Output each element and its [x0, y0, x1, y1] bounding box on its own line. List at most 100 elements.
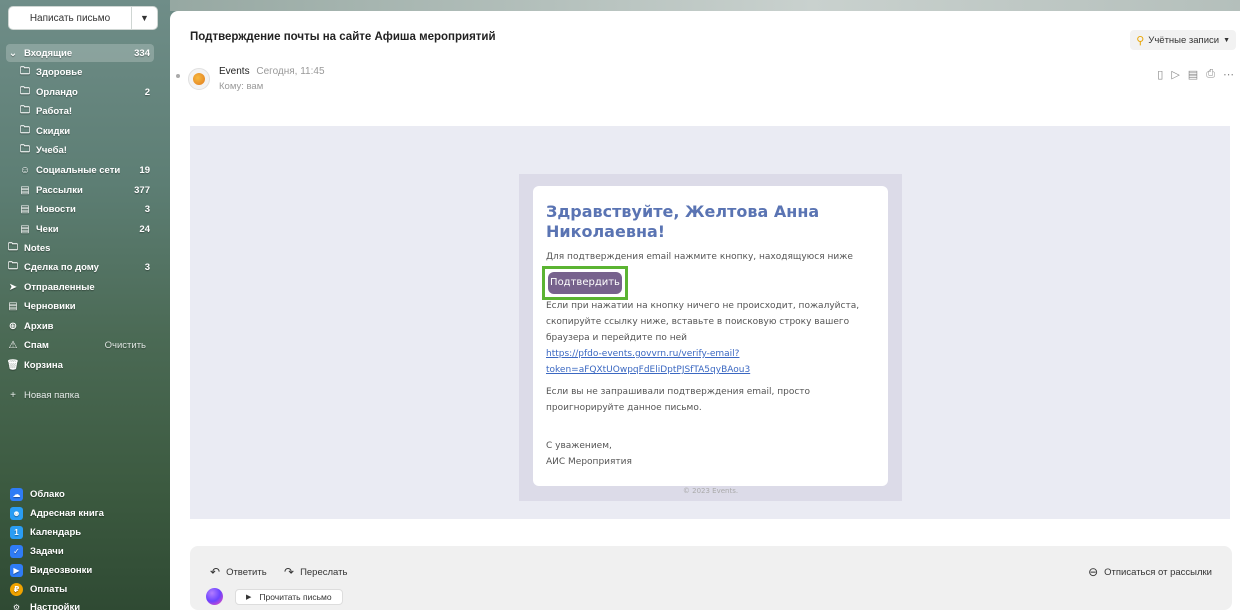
folder-move-icon[interactable]: ▤ — [1188, 68, 1198, 81]
folder-drafts[interactable]: ▤ Черновики — [6, 297, 154, 315]
sidebar: Написать письмо ▼ ⌄ Входящие 334 🗀 Здоро… — [0, 0, 160, 610]
email-signoff: С уважением, АИС Мероприятия — [546, 438, 632, 470]
folder-receipts[interactable]: ▤ Чеки 24 — [6, 220, 154, 238]
read-aloud-button[interactable]: ▶ Прочитать письмо — [235, 589, 343, 605]
print-icon[interactable]: ⎙ — [1206, 68, 1215, 81]
folder-label: Сделка по дому — [24, 261, 99, 273]
folder-label: Работа! — [36, 105, 73, 117]
folder-social[interactable]: ☺ Социальные сети 19 — [6, 161, 154, 179]
folder-sent[interactable]: ➤ Отправленные — [6, 278, 154, 296]
email-frame: Здравствуйте, Желтова Анна Николаевна! Д… — [519, 174, 902, 501]
app-cloud[interactable]: ☁ Облако — [10, 485, 65, 503]
sender-line: Events Сегодня, 11:45 — [219, 66, 325, 77]
app-calendar[interactable]: 1 Календарь — [10, 523, 81, 541]
folder-label: Орландо — [36, 86, 78, 98]
folder-label: Корзина — [24, 359, 63, 371]
folder-label: Социальные сети — [36, 164, 121, 176]
social-icon: ☺ — [19, 164, 31, 176]
tag-icon[interactable]: ▷ — [1171, 68, 1179, 81]
recipient[interactable]: Кому: вам — [219, 81, 263, 92]
app-settings[interactable]: ⚙ Настройки — [10, 598, 80, 610]
cloud-icon: ☁ — [10, 487, 23, 501]
folder-discounts[interactable]: 🗀 Скидки — [6, 122, 154, 140]
folder-archive[interactable]: ⊕ Архив — [6, 317, 154, 335]
payments-icon: ₽ — [10, 582, 23, 596]
email-body: Здравствуйте, Желтова Анна Николаевна! Д… — [190, 126, 1230, 519]
folder-work[interactable]: 🗀 Работа! — [6, 102, 154, 120]
forward-button[interactable]: ↷ Переслать — [284, 565, 347, 579]
sent-time: Сегодня, 11:45 — [256, 66, 325, 77]
folder-label: Спам — [24, 339, 49, 351]
folder-notes[interactable]: 🗀 Notes — [6, 239, 154, 257]
archive-icon: ⊕ — [8, 320, 18, 332]
unsubscribe-button[interactable]: ⊖ Отписаться от рассылки — [1088, 565, 1212, 579]
folder-orlando[interactable]: 🗀 Орландо 2 — [6, 83, 154, 101]
video-icon: ▶ — [10, 563, 23, 577]
verify-link-line2: token=aFQXtUOwpqFdEliDptPJSfTA5qyBAou3 — [546, 365, 751, 375]
minus-circle-icon: ⊖ — [1088, 565, 1099, 579]
folder-count: 3 — [144, 203, 150, 215]
fallback-text: Если при нажатии на кнопку ничего не про… — [546, 301, 860, 343]
newsletter-icon: ▤ — [20, 184, 30, 196]
compose-options-button[interactable]: ▼ — [132, 6, 158, 30]
regards-text: С уважением, — [546, 441, 612, 451]
spam-clear-link[interactable]: Очистить — [105, 340, 146, 351]
spam-icon: ⚠ — [8, 339, 18, 351]
folder-trash[interactable]: 🗑 Корзина — [6, 356, 154, 374]
app-label: Оплаты — [30, 583, 68, 595]
app-label: Видеозвонки — [30, 564, 93, 576]
play-icon: ▶ — [246, 594, 252, 601]
folder-health[interactable]: 🗀 Здоровье — [6, 63, 154, 81]
email-ignore-note: Если вы не запрашивали подтверждения ema… — [546, 387, 811, 413]
calendar-icon: 1 — [10, 525, 23, 539]
compose-group: Написать письмо ▼ — [8, 6, 158, 32]
app-label: Календарь — [30, 526, 82, 538]
folder-count: 2 — [144, 86, 150, 98]
message-subject: Подтверждение почты на сайте Афиша мероп… — [190, 31, 496, 43]
plus-icon: + — [10, 389, 16, 401]
app-video-calls[interactable]: ▶ Видеозвонки — [10, 561, 92, 579]
folder-house-deal[interactable]: 🗀 Сделка по дому 3 — [6, 258, 154, 276]
folder-icon: 🗀 — [20, 143, 30, 155]
email-intro: Для подтверждения email нажмите кнопку, … — [546, 252, 853, 262]
verify-link[interactable]: https://pfdo-events.govvrn.ru/verify-ema… — [546, 346, 881, 378]
trash-icon: 🗑 — [6, 359, 20, 371]
confirm-button[interactable]: Подтвердить — [548, 272, 622, 294]
folder-label: Учеба! — [36, 144, 67, 156]
assistant-icon[interactable] — [206, 588, 223, 605]
app-label: Адресная книга — [30, 507, 104, 519]
email-greeting: Здравствуйте, Желтова Анна Николаевна! — [546, 202, 820, 241]
folder-count: 24 — [139, 223, 150, 235]
reply-label: Ответить — [226, 566, 267, 578]
chevron-down-icon: ⌄ — [8, 47, 18, 59]
folder-label: Новости — [36, 203, 76, 215]
folder-study[interactable]: 🗀 Учеба! — [6, 141, 154, 159]
folder-label: Здоровье — [36, 66, 83, 78]
reply-button[interactable]: ↶ Ответить — [210, 565, 267, 579]
folder-newsletters[interactable]: ▤ Рассылки 377 — [6, 181, 154, 199]
app-label: Облако — [30, 488, 65, 500]
chevron-down-icon: ▼ — [1223, 36, 1230, 44]
unread-dot[interactable] — [176, 74, 180, 78]
app-label: Задачи — [30, 545, 64, 557]
folder-news[interactable]: ▤ Новости 3 — [6, 200, 154, 218]
app-address-book[interactable]: ☻ Адресная книга — [10, 504, 104, 522]
app-payments[interactable]: ₽ Оплаты — [10, 580, 67, 598]
forward-icon: ↷ — [284, 565, 295, 579]
new-folder-button[interactable]: + Новая папка — [6, 386, 154, 404]
reply-icon: ↶ — [210, 565, 221, 579]
accounts-dropdown[interactable]: ⚲ Учётные записи ▼ — [1130, 30, 1236, 50]
sender-name[interactable]: Events — [219, 66, 250, 77]
folder-inbox[interactable]: ⌄ Входящие 334 — [6, 44, 154, 62]
more-icon[interactable]: ⋯ — [1223, 68, 1234, 81]
verify-link-line1: https://pfdo-events.govvrn.ru/verify-ema… — [546, 349, 740, 359]
app-tasks[interactable]: ✓ Задачи — [10, 542, 64, 560]
settings-icon: ⚙ — [12, 602, 21, 610]
folder-spam[interactable]: ⚠ Спам Очистить — [6, 336, 154, 354]
compose-button[interactable]: Написать письмо — [8, 6, 132, 30]
avatar[interactable] — [188, 68, 210, 90]
folder-count: 19 — [139, 164, 150, 176]
folder-count: 334 — [134, 47, 150, 59]
bookmark-icon[interactable]: ▯ — [1157, 68, 1163, 81]
folder-label: Архив — [24, 320, 54, 332]
